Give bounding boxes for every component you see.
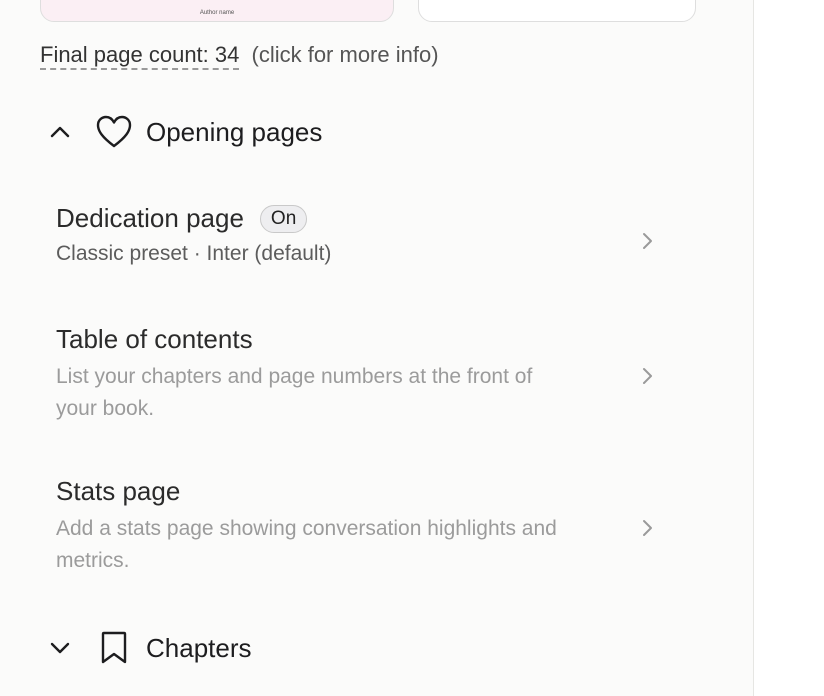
- row-subtitle: Add a stats page showing conversation hi…: [56, 517, 557, 572]
- status-badge: On: [259, 204, 308, 233]
- row-title: Dedication page: [56, 203, 244, 233]
- thumbnail-caption: Author name: [199, 10, 235, 16]
- chevron-right-icon: [643, 233, 652, 249]
- section-title: Chapters: [146, 632, 252, 663]
- chevron-right-icon: [643, 368, 652, 384]
- opening-pages-header[interactable]: Opening pages: [44, 112, 322, 152]
- list-item-dedication-page[interactable]: Dedication page On Classic preset · Inte…: [56, 203, 656, 270]
- list-item-table-of-contents[interactable]: Table of contents List your chapters and…: [56, 324, 656, 425]
- section-title: Opening pages: [146, 116, 323, 147]
- right-panel: [753, 0, 824, 696]
- more-info-hint[interactable]: (click for more info): [252, 42, 439, 67]
- cover-thumbnail-left[interactable]: Author name: [40, 0, 394, 22]
- chapters-header[interactable]: Chapters: [44, 628, 252, 668]
- row-title: Stats page: [56, 476, 181, 506]
- list-item-stats-page[interactable]: Stats page Add a stats page showing conv…: [56, 476, 656, 577]
- row-subtitle: List your chapters and page numbers at t…: [56, 365, 533, 420]
- cover-thumbnail-right[interactable]: [418, 0, 696, 22]
- page-count-link[interactable]: Final page count: 34: [40, 42, 240, 70]
- bookmark-icon: [94, 628, 134, 668]
- row-subtitle: Classic preset · Inter (default): [56, 242, 332, 265]
- heart-icon: [94, 112, 134, 152]
- page-count[interactable]: Final page count: 34 (click for more inf…: [40, 42, 439, 70]
- row-title: Table of contents: [56, 324, 253, 354]
- chevron-right-icon: [643, 520, 652, 536]
- chevron-down-icon[interactable]: [44, 632, 76, 664]
- chevron-up-icon[interactable]: [44, 116, 76, 148]
